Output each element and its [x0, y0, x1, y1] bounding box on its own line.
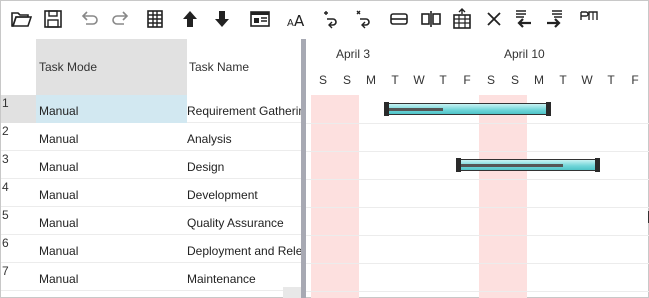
indent-icon[interactable]: [543, 7, 567, 31]
font-size-icon[interactable]: AA: [285, 7, 309, 31]
progress-indicator: [388, 108, 443, 111]
day-label: W: [581, 73, 593, 87]
unlink-tasks-icon[interactable]: [352, 7, 376, 31]
row-divider: [306, 179, 649, 180]
page-icon[interactable]: [577, 7, 601, 31]
task-name-cell[interactable]: Quality Assurance: [187, 207, 301, 235]
column-header-task-mode[interactable]: Task Mode: [36, 39, 187, 95]
row-number: 6: [2, 236, 9, 250]
center-split-icon[interactable]: [419, 7, 443, 31]
day-label: S: [342, 73, 351, 87]
row-divider: [306, 235, 649, 236]
task-bar-design[interactable]: [456, 158, 600, 172]
task-mode-cell[interactable]: Manual: [36, 207, 187, 235]
day-label: S: [486, 73, 495, 87]
task-bar-requirement-gathering[interactable]: [384, 102, 551, 116]
outdent-icon[interactable]: [511, 7, 535, 31]
table-row[interactable]: 5 Manual Quality Assurance: [1, 207, 301, 235]
row-divider: [306, 291, 649, 292]
gantt-chart: April 3 April 10 S S M T W T F S S M T W…: [306, 39, 649, 298]
task-name-cell[interactable]: Requirement Gathering: [187, 95, 301, 123]
task-mode-cell[interactable]: Manual: [36, 235, 187, 263]
row-divider: [306, 207, 649, 208]
table-row[interactable]: 7 Manual Maintenance: [1, 263, 301, 291]
bar-end-handle[interactable]: [546, 102, 551, 116]
column-header-task-name[interactable]: Task Name: [187, 39, 301, 95]
day-label: M: [534, 73, 544, 87]
undo-icon[interactable]: [77, 7, 101, 31]
link-tasks-icon[interactable]: [319, 7, 343, 31]
task-grid: Task Mode Task Name 1 Manual Requirement…: [1, 39, 301, 298]
split-icon[interactable]: [387, 7, 411, 31]
weekend-band: [479, 95, 527, 298]
save-icon[interactable]: [41, 7, 65, 31]
progress-indicator: [460, 164, 563, 167]
day-label: T: [439, 73, 447, 87]
task-mode-cell[interactable]: Manual: [36, 123, 187, 151]
task-name-cell[interactable]: Analysis: [187, 123, 301, 151]
bar-start-handle[interactable]: [384, 102, 389, 116]
task-mode-cell[interactable]: Manual: [36, 95, 187, 123]
day-label: T: [607, 73, 615, 87]
row-number: 5: [2, 208, 9, 222]
task-name-cell[interactable]: Deployment and Release: [187, 235, 301, 263]
week-label: April 10: [504, 47, 545, 61]
row-number: 3: [2, 152, 9, 166]
row-divider: [306, 123, 649, 124]
day-label: S: [510, 73, 519, 87]
row-number: 7: [2, 264, 9, 278]
table-row[interactable]: 6 Manual Deployment and Release: [1, 235, 301, 263]
move-down-icon[interactable]: [210, 7, 234, 31]
svg-text:A: A: [294, 12, 305, 30]
horizontal-scrollbar[interactable]: [283, 287, 301, 298]
table-row[interactable]: 1 Manual Requirement Gathering: [1, 95, 301, 123]
bar-start-handle[interactable]: [456, 158, 461, 172]
day-label: T: [559, 73, 567, 87]
calendar-icon[interactable]: [450, 7, 474, 31]
day-label: M: [366, 73, 376, 87]
row-number: 1: [1, 95, 36, 123]
bar-end-handle[interactable]: [595, 158, 600, 172]
task-mode-cell[interactable]: Manual: [36, 179, 187, 207]
day-label: S: [318, 73, 327, 87]
day-label: W: [413, 73, 425, 87]
task-name-cell[interactable]: Development: [187, 179, 301, 207]
day-label: F: [463, 73, 471, 87]
svg-text:A: A: [287, 18, 294, 29]
task-name-cell[interactable]: Design: [187, 151, 301, 179]
row-divider: [306, 263, 649, 264]
grid-columns-icon[interactable]: [143, 7, 167, 31]
row-number: 2: [2, 124, 9, 138]
weekend-band: [311, 95, 359, 298]
table-row[interactable]: 4 Manual Development: [1, 179, 301, 207]
table-row[interactable]: 3 Manual Design: [1, 151, 301, 179]
delete-icon[interactable]: [482, 7, 506, 31]
row-number: 4: [2, 180, 9, 194]
open-folder-icon[interactable]: [9, 7, 33, 31]
redo-icon[interactable]: [109, 7, 133, 31]
toolbar: AA: [1, 1, 649, 37]
week-label: April 3: [336, 47, 371, 61]
row-divider: [306, 151, 649, 152]
window-icon[interactable]: [248, 7, 272, 31]
day-label: F: [631, 73, 639, 87]
move-up-icon[interactable]: [178, 7, 202, 31]
task-mode-cell[interactable]: Manual: [36, 151, 187, 179]
task-mode-cell[interactable]: Manual: [36, 263, 187, 291]
table-row[interactable]: 2 Manual Analysis: [1, 123, 301, 151]
gantt-control: AA Task Mode Task Name 1 Manual Requirem…: [0, 0, 649, 298]
day-label: T: [391, 73, 399, 87]
